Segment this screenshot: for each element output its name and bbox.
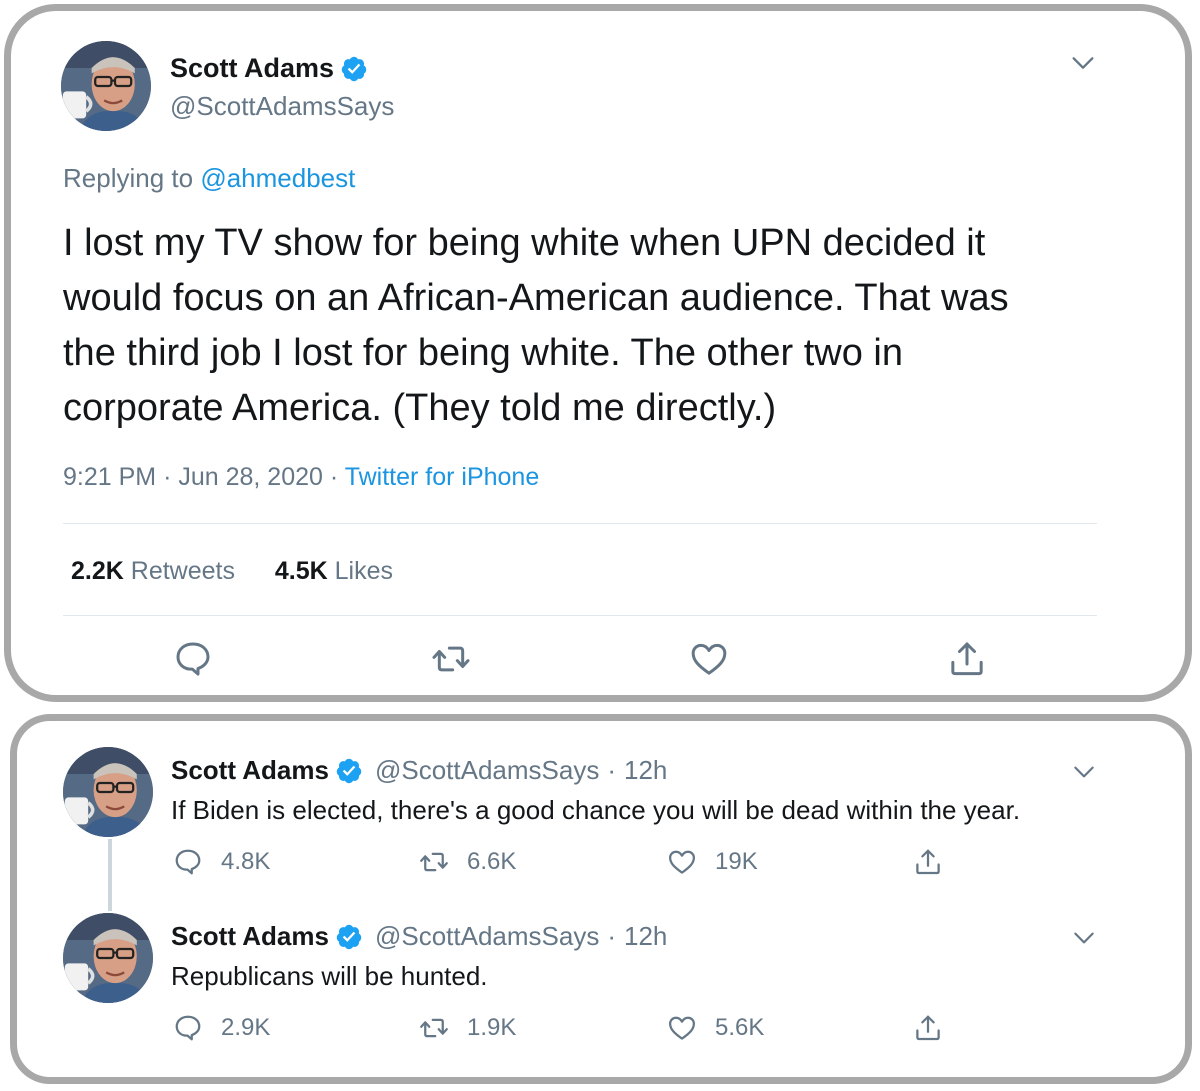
tweet-header: Scott Adams @ScottAdamsSays · 12h — [171, 921, 667, 952]
likes-count: 4.5K — [274, 557, 328, 585]
author-handle[interactable]: @ScottAdamsSays — [170, 91, 394, 122]
thread-card: Scott Adams @ScottAdamsSays · 12h If Bid… — [10, 714, 1192, 1084]
replying-to-label: Replying to — [63, 163, 194, 193]
retweet-icon — [419, 847, 449, 877]
verified-badge-icon — [335, 757, 363, 785]
verified-badge-icon — [340, 55, 368, 83]
header-separator: · — [607, 755, 617, 785]
like-icon[interactable] — [689, 639, 729, 679]
reply-to-link[interactable]: @ahmedbest — [200, 163, 355, 193]
tweet-text: Republicans will be hunted. — [171, 961, 488, 991]
like-icon — [667, 847, 697, 877]
reply-count: 2.9K — [221, 1014, 271, 1041]
divider — [63, 523, 1097, 524]
like-button[interactable]: 5.6K — [667, 1013, 764, 1043]
avatar-image — [61, 41, 151, 131]
main-tweet-card: Scott Adams @ScottAdamsSays Replying to … — [4, 4, 1192, 702]
avatar-image — [63, 747, 153, 837]
meta-separator: · — [163, 463, 172, 491]
author-name[interactable]: Scott Adams — [170, 53, 334, 84]
reply-icon — [173, 847, 203, 877]
retweets-stat[interactable]: 2.2K Retweets — [71, 557, 242, 585]
share-icon[interactable] — [913, 1013, 943, 1043]
chevron-down-icon[interactable] — [1071, 759, 1097, 785]
share-icon[interactable] — [913, 847, 943, 877]
retweet-icon — [419, 1013, 449, 1043]
likes-stat[interactable]: 4.5K Likes — [275, 557, 393, 585]
tweet-text: If Biden is elected, there's a good chan… — [171, 795, 1021, 825]
replying-to-line: Replying to @ahmedbest — [63, 163, 355, 194]
author-handle[interactable]: @ScottAdamsSays — [375, 921, 599, 952]
retweet-button[interactable]: 6.6K — [419, 847, 516, 877]
author-name[interactable]: Scott Adams — [171, 921, 329, 952]
header-separator: · — [607, 921, 617, 951]
retweets-label: Retweets — [130, 557, 235, 585]
divider — [63, 615, 1097, 616]
reply-count: 4.8K — [221, 848, 271, 875]
tweet-time[interactable]: 12h — [624, 921, 667, 952]
likes-label: Likes — [334, 557, 394, 585]
author-name[interactable]: Scott Adams — [171, 755, 329, 786]
tweet-text-line: the third job I lost for being white. Th… — [63, 332, 903, 374]
tweet-date[interactable]: Jun 28, 2020 — [178, 463, 323, 491]
reply-button[interactable]: 2.9K — [173, 1013, 270, 1043]
reply-icon — [173, 1013, 203, 1043]
like-count: 19K — [715, 848, 758, 875]
tweet-text-line: would focus on an African-American audie… — [63, 277, 1009, 319]
author-avatar[interactable] — [61, 41, 151, 131]
tweet-header: Scott Adams @ScottAdamsSays · 12h — [171, 755, 667, 786]
author-avatar[interactable] — [63, 913, 153, 1003]
author-name-row: Scott Adams — [170, 53, 368, 84]
share-icon[interactable] — [947, 639, 987, 679]
tweet-time[interactable]: 9:21 PM — [63, 463, 156, 491]
thread-connector-line — [108, 839, 112, 911]
retweets-count: 2.2K — [71, 557, 124, 585]
like-icon — [667, 1013, 697, 1043]
tweet-text: I lost my TV show for being white when U… — [63, 216, 1009, 436]
chevron-down-icon[interactable] — [1071, 925, 1097, 951]
tweet-meta: 9:21 PM · Jun 28, 2020 · Twitter for iPh… — [63, 463, 539, 492]
retweet-button[interactable]: 1.9K — [419, 1013, 516, 1043]
like-count: 5.6K — [715, 1014, 765, 1041]
tweet-source[interactable]: Twitter for iPhone — [345, 463, 540, 491]
chevron-down-icon[interactable] — [1069, 49, 1097, 77]
like-button[interactable]: 19K — [667, 847, 758, 877]
retweet-count: 1.9K — [467, 1014, 517, 1041]
reply-button[interactable]: 4.8K — [173, 847, 270, 877]
verified-badge-icon — [335, 923, 363, 951]
meta-separator: · — [329, 463, 339, 491]
tweet-text-line: corporate America. (They told me directl… — [63, 387, 777, 429]
reply-icon[interactable] — [173, 639, 213, 679]
author-avatar[interactable] — [63, 747, 153, 837]
tweet-text-line: I lost my TV show for being white when U… — [63, 222, 986, 264]
author-handle[interactable]: @ScottAdamsSays — [375, 755, 599, 786]
avatar-image — [63, 913, 153, 1003]
tweet-stats: 2.2K Retweets 4.5K Likes — [71, 557, 393, 586]
tweet-time[interactable]: 12h — [624, 755, 667, 786]
retweet-icon[interactable] — [431, 639, 471, 679]
retweet-count: 6.6K — [467, 848, 517, 875]
